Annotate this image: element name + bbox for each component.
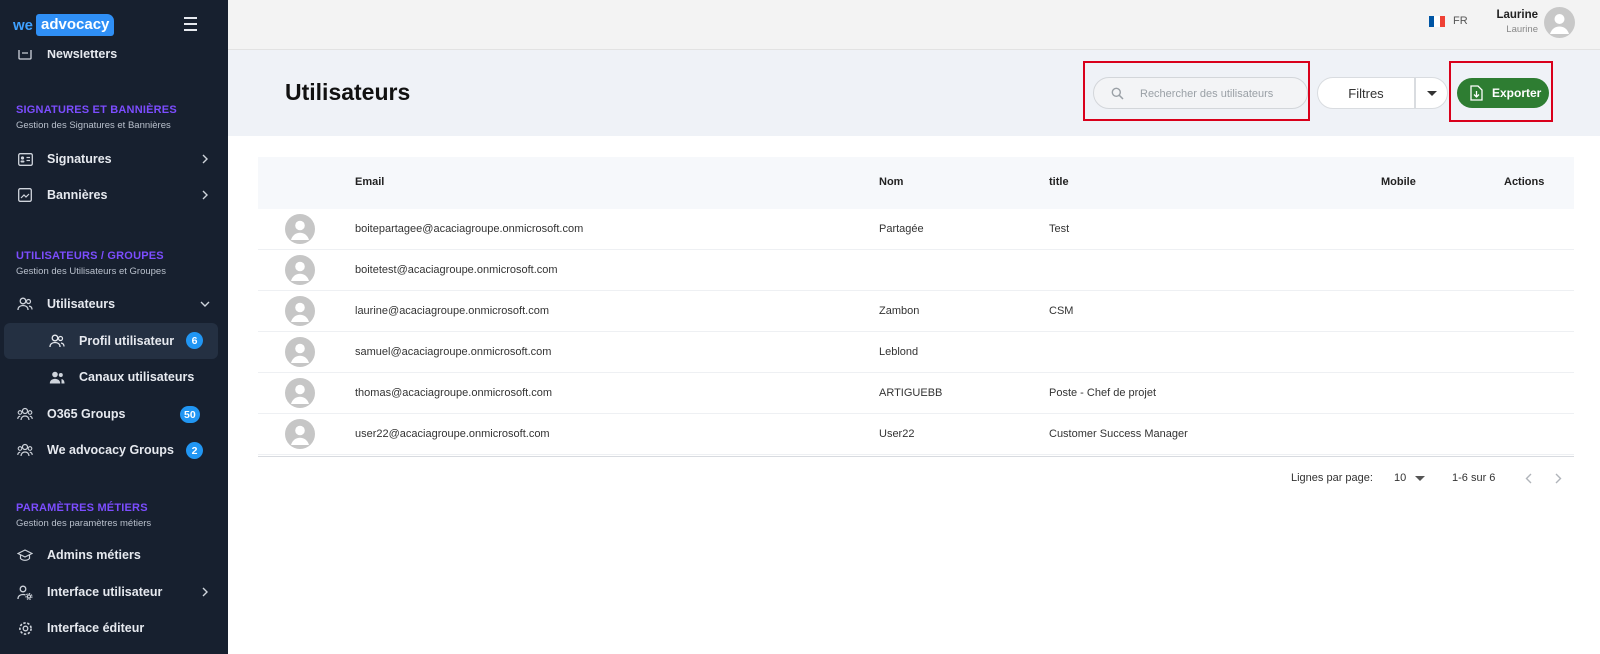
top-bar	[228, 0, 1600, 50]
export-button[interactable]: Exporter	[1457, 78, 1549, 108]
sidebar-item-interface-editeur[interactable]: Interface éditeur	[0, 610, 228, 646]
cell-title: CSM	[1049, 305, 1074, 317]
cell-email: samuel@acaciagroupe.onmicrosoft.com	[355, 346, 552, 358]
cell-email: boitepartagee@acaciagroupe.onmicrosoft.c…	[355, 223, 584, 235]
user-avatar	[285, 255, 315, 285]
image-icon	[17, 187, 33, 203]
group-icon	[17, 442, 33, 458]
section-signatures-bannieres: SIGNATURES ET BANNIÈRES Gestion des Sign…	[16, 104, 177, 131]
users-icon	[17, 296, 33, 312]
column-header-actions: Actions	[1504, 176, 1545, 188]
sidebar: Newsletters we advocacy SIGNATURES ET BA…	[0, 0, 228, 654]
sidebar-item-profil-utilisateur[interactable]: Profil utilisateur 6	[4, 323, 218, 359]
id-card-icon	[17, 151, 33, 167]
user-avatar	[285, 378, 315, 408]
language-selector[interactable]: FR	[1429, 15, 1468, 27]
sidebar-item-interface-utilisateur[interactable]: Interface utilisateur	[0, 574, 228, 610]
sidebar-item-weadvocacy-groups[interactable]: We advocacy Groups 2	[0, 432, 228, 468]
file-download-icon	[1470, 85, 1484, 101]
user-settings-icon	[17, 584, 33, 600]
users-icon	[49, 333, 65, 349]
chevron-right-icon	[200, 153, 210, 165]
sidebar-item-utilisateurs[interactable]: Utilisateurs	[0, 286, 228, 322]
menu-icon[interactable]	[184, 17, 202, 33]
sidebar-item-admins-metiers[interactable]: Admins métiers	[0, 537, 228, 573]
users-filled-icon	[49, 369, 65, 385]
user-avatar	[285, 337, 315, 367]
table-bottom-border	[258, 456, 1574, 457]
chevron-right-icon	[200, 189, 210, 201]
cell-title: Customer Success Manager	[1049, 428, 1188, 440]
column-header-title[interactable]: title	[1049, 176, 1069, 188]
count-badge: 2	[186, 442, 203, 459]
cell-email: laurine@acaciagroupe.onmicrosoft.com	[355, 305, 549, 317]
user-avatar	[285, 214, 315, 244]
sidebar-item-bannieres[interactable]: Bannières	[0, 177, 228, 213]
graduation-cap-icon	[17, 547, 33, 563]
user-info[interactable]: Laurine Laurine	[1478, 9, 1538, 35]
user-avatar	[285, 419, 315, 449]
cell-nom: Zambon	[879, 305, 920, 317]
table-row[interactable]: boitepartagee@acaciagroupe.onmicrosoft.c…	[258, 209, 1574, 250]
pagination-range: 1-6 sur 6	[1452, 472, 1496, 484]
filters-button[interactable]: Filtres	[1317, 77, 1415, 109]
cell-title: Test	[1049, 223, 1070, 235]
previous-page-button[interactable]	[1525, 472, 1532, 487]
column-header-mobile[interactable]: Mobile	[1381, 176, 1416, 188]
gear-icon	[17, 620, 33, 636]
next-page-button[interactable]	[1555, 472, 1562, 487]
sidebar-item-o365-groups[interactable]: O365 Groups 50	[0, 396, 228, 432]
search-input[interactable]	[1140, 84, 1300, 104]
count-badge: 50	[180, 406, 200, 423]
table-header: Email Nom title Mobile Actions	[258, 157, 1574, 209]
table-row[interactable]: samuel@acaciagroupe.onmicrosoft.com Leblo…	[258, 332, 1574, 373]
group-icon	[17, 406, 33, 422]
cell-nom: Partagée	[879, 223, 924, 235]
sidebar-item-canaux-utilisateurs[interactable]: Canaux utilisateurs	[0, 359, 228, 395]
page-title: Utilisateurs	[285, 79, 411, 105]
table-row[interactable]: laurine@acaciagroupe.onmicrosoft.com Zamb…	[258, 291, 1574, 332]
table-row[interactable]: user22@acaciagroupe.onmicrosoft.com User2…	[258, 414, 1574, 455]
cell-email: boitetest@acaciagroupe.onmicrosoft.com	[355, 264, 558, 276]
user-avatar[interactable]	[1544, 7, 1575, 38]
section-utilisateurs-groupes: UTILISATEURS / GROUPES Gestion des Utili…	[16, 250, 166, 277]
column-header-email[interactable]: Email	[355, 176, 384, 188]
sidebar-item-signatures[interactable]: Signatures	[0, 141, 228, 177]
table-row[interactable]: boitetest@acaciagroupe.onmicrosoft.com	[258, 250, 1574, 291]
cell-nom: ARTIGUEBB	[879, 387, 943, 399]
rows-per-page-select[interactable]: 10	[1394, 472, 1426, 484]
cell-email: user22@acaciagroupe.onmicrosoft.com	[355, 428, 550, 440]
weadvocacy-logo[interactable]: we advocacy	[13, 13, 115, 37]
rows-per-page-label: Lignes par page:	[1291, 472, 1373, 484]
search-field[interactable]	[1093, 77, 1308, 109]
user-avatar	[285, 296, 315, 326]
cell-nom: User22	[879, 428, 915, 440]
cell-title: Poste - Chef de projet	[1049, 387, 1157, 399]
filters-dropdown-button[interactable]	[1415, 77, 1448, 109]
caret-down-icon	[1426, 90, 1437, 96]
search-icon	[1111, 87, 1124, 100]
table-row[interactable]: thomas@acaciagroupe.onmicrosoft.com ARTIG…	[258, 373, 1574, 414]
cell-email: thomas@acaciagroupe.onmicrosoft.com	[355, 387, 553, 399]
section-parametres-metiers: PARAMÈTRES MÉTIERS Gestion des paramètre…	[16, 502, 152, 529]
chevron-right-icon	[200, 586, 210, 598]
cell-nom: Leblond	[879, 346, 919, 358]
chevron-down-icon	[200, 298, 210, 310]
count-badge: 6	[186, 332, 203, 349]
sidebar-header: we advocacy	[0, 0, 228, 50]
france-flag-icon	[1429, 15, 1445, 27]
column-header-nom[interactable]: Nom	[879, 176, 903, 188]
caret-down-icon	[1415, 475, 1426, 481]
